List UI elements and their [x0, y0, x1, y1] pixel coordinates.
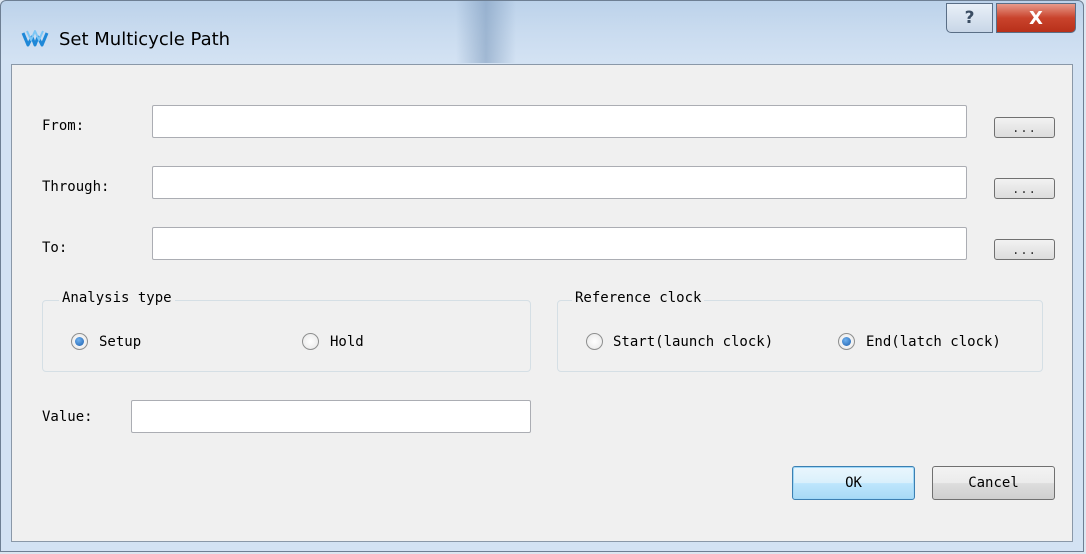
analysis-type-group: Analysis type Setup Hold [42, 290, 531, 372]
close-button[interactable]: X [996, 3, 1076, 33]
through-input[interactable] [152, 166, 967, 199]
to-input[interactable] [152, 227, 967, 260]
to-label: To: [42, 240, 68, 256]
setup-radio[interactable] [71, 333, 88, 350]
analysis-type-title: Analysis type [59, 290, 175, 306]
help-button[interactable]: ? [946, 3, 993, 33]
start-launch-clock-label: Start(launch clock) [613, 334, 774, 350]
start-launch-clock-radio[interactable] [586, 333, 603, 350]
title-bar[interactable]: Set Multicycle Path ? X [1, 1, 1083, 63]
reference-clock-group: Reference clock Start(launch clock) End(… [557, 290, 1043, 372]
from-label: From: [42, 118, 85, 134]
value-input[interactable] [131, 400, 531, 433]
dialog-client-area: From: ... Through: ... To: ... Analysis … [11, 64, 1073, 542]
setup-radio-label: Setup [99, 334, 142, 350]
app-logo-icon [21, 30, 49, 47]
from-input[interactable] [152, 105, 967, 138]
through-browse-button[interactable]: ... [994, 178, 1055, 199]
window-title: Set Multicycle Path [59, 29, 231, 50]
help-icon: ? [964, 8, 975, 28]
hold-radio[interactable] [302, 333, 319, 350]
value-label: Value: [42, 409, 93, 425]
end-latch-clock-radio[interactable] [838, 333, 855, 350]
through-label: Through: [42, 179, 110, 195]
hold-radio-label: Hold [330, 334, 364, 350]
from-browse-button[interactable]: ... [994, 117, 1055, 138]
dialog-window: Set Multicycle Path ? X From: ... Throug… [0, 0, 1084, 552]
reference-clock-title: Reference clock [572, 290, 705, 306]
end-latch-clock-label: End(latch clock) [866, 334, 1001, 350]
cancel-button[interactable]: Cancel [932, 466, 1055, 500]
title-bar-highlight [456, 1, 516, 63]
ok-button[interactable]: OK [792, 466, 915, 500]
to-browse-button[interactable]: ... [994, 239, 1055, 260]
close-icon: X [1029, 7, 1043, 29]
